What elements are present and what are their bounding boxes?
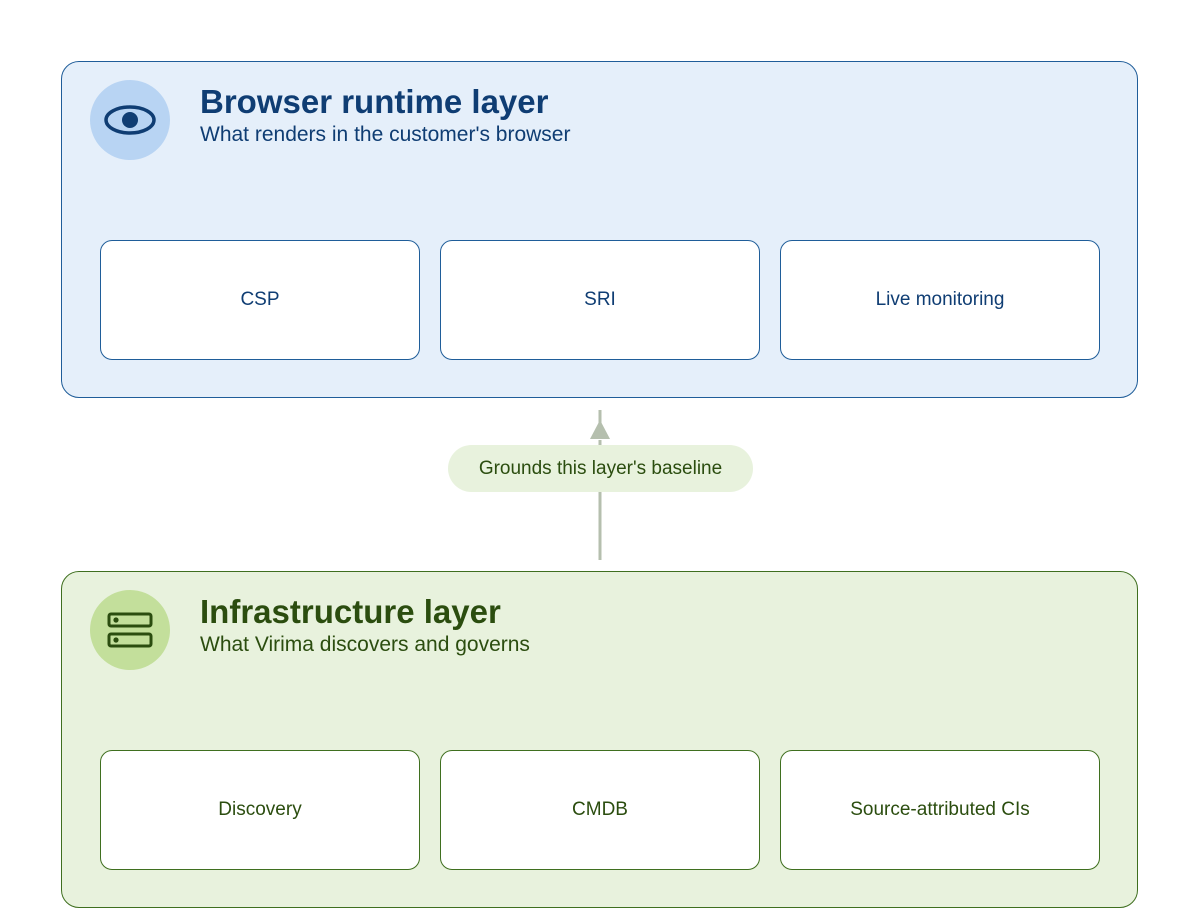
card-label: CSP	[240, 289, 280, 310]
card-sri: SRI	[440, 240, 760, 360]
layer-subtitle: What renders in the customer's browser	[200, 123, 571, 146]
card-label: Source-attributed CIs	[850, 799, 1030, 820]
layer-title: Browser runtime layer	[200, 83, 549, 120]
card-discovery: Discovery	[100, 750, 420, 870]
card-label: CMDB	[572, 799, 628, 820]
card-label: Discovery	[218, 799, 302, 820]
browser-runtime-layer: Browser runtime layer What renders in th…	[61, 61, 1138, 398]
card-csp: CSP	[100, 240, 420, 360]
infrastructure-layer: Infrastructure layer What Virima discove…	[61, 571, 1138, 908]
card-cmdb: CMDB	[440, 750, 760, 870]
server-icon	[90, 590, 170, 670]
card-source-attributed-cis: Source-attributed CIs	[780, 750, 1100, 870]
connector-label: Grounds this layer's baseline	[448, 445, 753, 492]
card-label: SRI	[584, 289, 616, 310]
layer-subtitle: What Virima discovers and governs	[200, 633, 530, 656]
arrowhead-icon	[590, 420, 610, 439]
layer-title: Infrastructure layer	[200, 593, 501, 630]
eye-icon	[90, 80, 170, 160]
card-live-monitoring: Live monitoring	[780, 240, 1100, 360]
card-label: Live monitoring	[875, 289, 1005, 310]
